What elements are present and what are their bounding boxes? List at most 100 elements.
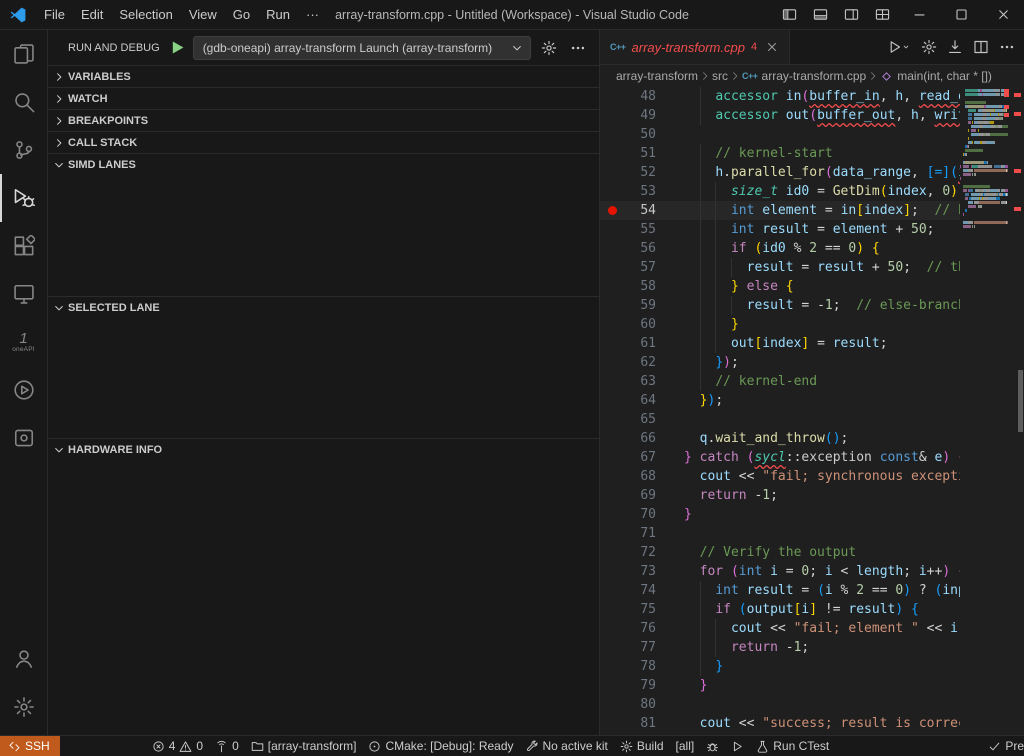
- gutter-space[interactable]: [606, 676, 622, 695]
- tab-array-transform[interactable]: C++ array-transform.cpp 4: [600, 30, 790, 64]
- breadcrumb-item[interactable]: C++array-transform.cpp: [742, 69, 866, 83]
- code-line-56[interactable]: 56 if (id0 % 2 == 0) {: [600, 239, 960, 258]
- breadcrumb-item[interactable]: main(int, char * []): [880, 69, 992, 83]
- status-remote[interactable]: SSH: [0, 736, 60, 756]
- code-line-68[interactable]: 68 cout << "fail; synchronous exception …: [600, 467, 960, 486]
- code-line-69[interactable]: 69 return -1;: [600, 486, 960, 505]
- code-line-53[interactable]: 53 size_t id0 = GetDim(index, 0);: [600, 182, 960, 201]
- code-line-61[interactable]: 61 out[index] = result;: [600, 334, 960, 353]
- gutter-space[interactable]: [606, 562, 622, 581]
- debug-start-button[interactable]: [169, 39, 186, 56]
- status-cmake-status[interactable]: CMake: [Debug]: Ready: [362, 736, 519, 756]
- status-problems[interactable]: 40: [146, 736, 209, 756]
- gutter-space[interactable]: [606, 695, 622, 714]
- status-cmake-project[interactable]: [array-transform]: [245, 736, 363, 756]
- code-line-77[interactable]: 77 return -1;: [600, 638, 960, 657]
- gutter-space[interactable]: [606, 372, 622, 391]
- code-line-74[interactable]: 74 int result = (i % 2 == 0) ? (input[i]…: [600, 581, 960, 600]
- install-button[interactable]: [942, 30, 968, 64]
- gutter-space[interactable]: [606, 467, 622, 486]
- gutter-space[interactable]: [606, 182, 622, 201]
- code-line-59[interactable]: 59 result = -1; // else-branch: [600, 296, 960, 315]
- menu-run[interactable]: Run: [258, 4, 298, 26]
- code-line-64[interactable]: 64 });: [600, 391, 960, 410]
- gutter-space[interactable]: [606, 277, 622, 296]
- activity-scm[interactable]: [0, 126, 48, 174]
- code-line-50[interactable]: 50: [600, 125, 960, 144]
- gutter-space[interactable]: [606, 505, 622, 524]
- gutter-space[interactable]: [606, 714, 622, 733]
- menu-file[interactable]: File: [36, 4, 73, 26]
- gutter-space[interactable]: [606, 315, 622, 334]
- gutter-space[interactable]: [606, 600, 622, 619]
- code-line-49[interactable]: 49 accessor out(buffer_out, h, write_onl…: [600, 106, 960, 125]
- code-line-60[interactable]: 60 }: [600, 315, 960, 334]
- section-simd-lanes[interactable]: SIMD LANES: [48, 153, 599, 175]
- run-file-button[interactable]: [882, 30, 916, 64]
- code-line-51[interactable]: 51 // kernel-start: [600, 144, 960, 163]
- gutter-space[interactable]: [606, 391, 622, 410]
- gutter-space[interactable]: [606, 296, 622, 315]
- debug-more-button[interactable]: [567, 40, 589, 56]
- activity-account[interactable]: [0, 635, 48, 683]
- code-line-75[interactable]: 75 if (output[i] != result) {: [600, 600, 960, 619]
- code-line-48[interactable]: 48 accessor in(buffer_in, h, read_only);: [600, 87, 960, 106]
- code-line-58[interactable]: 58 } else {: [600, 277, 960, 296]
- code-line-71[interactable]: 71: [600, 524, 960, 543]
- status-prettier[interactable]: Prettier: [982, 736, 1024, 756]
- status-ports[interactable]: 0: [209, 736, 245, 756]
- code-line-52[interactable]: 52 h.parallel_for(data_range, [=](id<1> …: [600, 163, 960, 182]
- gutter-space[interactable]: [606, 524, 622, 543]
- code-line-72[interactable]: 72 // Verify the output: [600, 543, 960, 562]
- split-editor-button[interactable]: [968, 30, 994, 64]
- breadcrumb-item[interactable]: array-transform: [616, 69, 698, 83]
- status-cmake-debug[interactable]: [700, 736, 725, 756]
- activity-oneapi[interactable]: 1oneAPI: [0, 318, 48, 366]
- layoutgrid-toggle[interactable]: [867, 0, 898, 29]
- code-line-65[interactable]: 65: [600, 410, 960, 429]
- gutter-space[interactable]: [606, 87, 622, 106]
- activity-remoteexp[interactable]: [0, 270, 48, 318]
- activity-search[interactable]: [0, 78, 48, 126]
- status-ctest[interactable]: Run CTest: [750, 736, 835, 756]
- section-breakpoints[interactable]: BREAKPOINTS: [48, 109, 599, 131]
- gutter-space[interactable]: [606, 334, 622, 353]
- gutter-space[interactable]: [606, 733, 622, 735]
- gutter-space[interactable]: [606, 486, 622, 505]
- gutter-space[interactable]: [606, 239, 622, 258]
- activity-frame[interactable]: [0, 414, 48, 462]
- code-line-63[interactable]: 63 // kernel-end: [600, 372, 960, 391]
- gutter-space[interactable]: [606, 125, 622, 144]
- layoutbottom-toggle[interactable]: [805, 0, 836, 29]
- section-hardware-info[interactable]: HARDWARE INFO: [48, 438, 599, 460]
- gutter-space[interactable]: [606, 448, 622, 467]
- code-line-73[interactable]: 73 for (int i = 0; i < length; i++) {: [600, 562, 960, 581]
- gutter-space[interactable]: [606, 144, 622, 163]
- code-line-79[interactable]: 79 }: [600, 676, 960, 695]
- breakpoint-icon[interactable]: [606, 201, 622, 220]
- activity-gear[interactable]: [0, 683, 48, 731]
- section-call-stack[interactable]: CALL STACK: [48, 131, 599, 153]
- breadcrumb-item[interactable]: src: [712, 69, 728, 83]
- section-watch[interactable]: WATCH: [48, 87, 599, 109]
- gutter-space[interactable]: [606, 657, 622, 676]
- menu-go[interactable]: Go: [225, 4, 258, 26]
- activity-explorer[interactable]: [0, 30, 48, 78]
- code-line-81[interactable]: 81 cout << "success; result is correct.\…: [600, 714, 960, 733]
- activity-extensions[interactable]: [0, 222, 48, 270]
- status-cmake-run[interactable]: [725, 736, 750, 756]
- activity-onecircle[interactable]: [0, 366, 48, 414]
- gutter-space[interactable]: [606, 258, 622, 277]
- configure-button[interactable]: [916, 30, 942, 64]
- menu-view[interactable]: View: [181, 4, 225, 26]
- status-cmake-target[interactable]: [all]: [670, 736, 701, 756]
- window-close-button[interactable]: [982, 0, 1024, 29]
- layoutleft-toggle[interactable]: [774, 0, 805, 29]
- code-line-82[interactable]: 82 return 0;: [600, 733, 960, 735]
- code-line-70[interactable]: 70}: [600, 505, 960, 524]
- gutter-space[interactable]: [606, 410, 622, 429]
- minimap[interactable]: [960, 87, 1010, 735]
- code-line-66[interactable]: 66 q.wait_and_throw();: [600, 429, 960, 448]
- tab-close-icon[interactable]: [765, 40, 779, 54]
- debug-config-select[interactable]: (gdb-oneapi) array-transform Launch (arr…: [193, 36, 531, 60]
